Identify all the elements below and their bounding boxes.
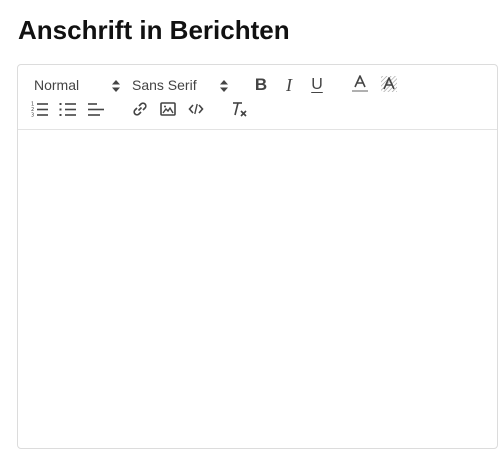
clear-format-button[interactable] (229, 99, 249, 119)
page-title: Anschrift in Berichten (18, 15, 290, 45)
text-color-icon (351, 74, 369, 94)
align-icon (87, 101, 105, 117)
code-icon (188, 102, 204, 116)
underline-icon: U (311, 76, 323, 93)
font-size-picker-label: Normal (34, 77, 80, 93)
text-color-button[interactable] (350, 74, 370, 94)
image-button[interactable] (158, 99, 178, 119)
font-family-picker[interactable]: Sans Serif (132, 75, 228, 95)
font-family-picker-label: Sans Serif (132, 77, 197, 93)
bullet-list-icon (59, 101, 77, 117)
ordered-list-button[interactable]: 1 2 3 (30, 99, 50, 119)
font-size-picker[interactable]: Normal (34, 75, 120, 95)
chevron-updown-icon (220, 79, 228, 92)
chevron-updown-icon (112, 79, 120, 92)
editor-toolbar: Normal Sans Serif B I U 1 2 3 (18, 65, 497, 130)
italic-button[interactable]: I (279, 75, 299, 95)
svg-text:3: 3 (31, 113, 34, 118)
code-button[interactable] (186, 99, 206, 119)
bold-icon: B (254, 75, 268, 94)
link-icon (132, 101, 148, 117)
clear-format-icon (230, 101, 248, 117)
link-button[interactable] (130, 99, 150, 119)
underline-button[interactable]: U (307, 75, 327, 95)
align-button[interactable] (86, 99, 106, 119)
editor-content-area[interactable] (18, 130, 497, 448)
ordered-list-icon: 1 2 3 (31, 101, 49, 117)
bullet-list-button[interactable] (58, 99, 78, 119)
background-color-icon (380, 74, 398, 94)
image-icon (160, 102, 176, 116)
italic-icon: I (286, 75, 292, 95)
background-color-button[interactable] (379, 74, 399, 94)
rich-text-editor: Normal Sans Serif B I U 1 2 3 (17, 64, 498, 449)
bold-button[interactable]: B (251, 75, 271, 95)
